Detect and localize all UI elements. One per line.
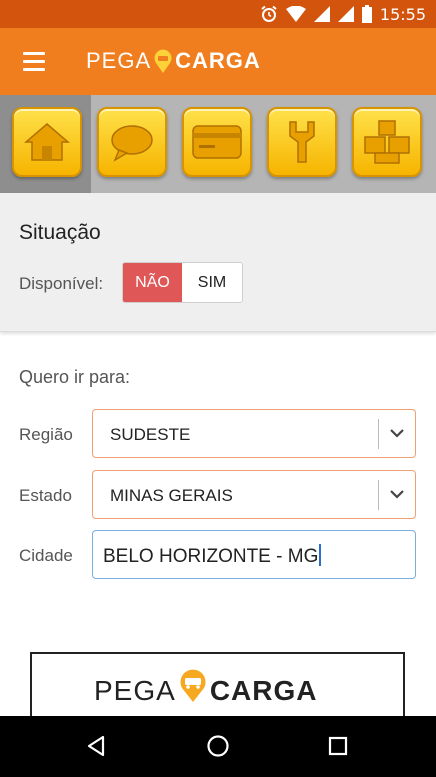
availability-toggle: NÃO SIM xyxy=(122,262,243,303)
toggle-sim-button[interactable]: SIM xyxy=(182,263,242,302)
boxes-button[interactable] xyxy=(352,107,422,177)
footer-logo-banner: PEGA CARGA xyxy=(30,652,405,722)
logo-text-pega: PEGA xyxy=(86,48,152,73)
recents-button[interactable] xyxy=(322,730,354,762)
tools-icon xyxy=(289,121,315,163)
estado-label: Estado xyxy=(19,486,72,505)
boxes-icon xyxy=(364,120,410,164)
status-bar: 15:55 xyxy=(0,0,436,28)
back-button[interactable] xyxy=(80,730,112,762)
logo-text-carga: CARGA xyxy=(175,48,261,73)
card-button[interactable] xyxy=(182,107,252,177)
logo-pin-icon xyxy=(180,669,206,702)
regiao-select[interactable]: SUDESTE xyxy=(92,409,416,458)
regiao-label: Região xyxy=(19,425,73,444)
system-nav-bar xyxy=(0,716,436,777)
situacao-panel: Situação Disponível: NÃO SIM xyxy=(0,193,436,332)
tools-button[interactable] xyxy=(267,107,337,177)
chat-button[interactable] xyxy=(97,107,167,177)
home-circle-icon xyxy=(207,735,229,757)
app-logo: PEGA CARGA xyxy=(86,48,261,74)
situacao-title: Situação xyxy=(19,221,101,244)
app-bar: PEGA CARGA xyxy=(0,28,436,95)
disponivel-label: Disponível: xyxy=(19,274,104,293)
status-icons: 15:55 xyxy=(260,4,426,24)
footer-logo: PEGA CARGA xyxy=(94,669,318,708)
battery-icon xyxy=(361,5,372,23)
status-time: 15:55 xyxy=(379,4,426,24)
estado-value: MINAS GERAIS xyxy=(110,486,233,505)
select-divider xyxy=(378,419,379,449)
card-icon xyxy=(192,125,242,159)
home-nav-button[interactable] xyxy=(202,730,234,762)
hamburger-menu-icon[interactable] xyxy=(12,41,56,81)
chevron-down-icon xyxy=(390,490,404,499)
estado-select[interactable]: MINAS GERAIS xyxy=(92,470,416,519)
text-caret xyxy=(319,544,322,566)
alarm-icon xyxy=(261,5,277,22)
home-icon xyxy=(24,123,70,161)
cidade-value: BELO HORIZONTE - MG xyxy=(103,544,322,568)
logo-pin-icon xyxy=(154,49,172,73)
footer-logo-pega: PEGA xyxy=(94,675,176,706)
wifi-icon xyxy=(285,6,306,22)
select-divider xyxy=(378,480,379,510)
icon-toolbar xyxy=(0,95,436,193)
cidade-input[interactable]: BELO HORIZONTE - MG xyxy=(92,530,416,579)
regiao-value: SUDESTE xyxy=(110,425,191,444)
back-icon xyxy=(87,735,105,757)
footer-logo-carga: CARGA xyxy=(209,675,318,706)
recents-icon xyxy=(328,736,348,756)
signal-icon xyxy=(313,6,330,22)
destination-heading: Quero ir para: xyxy=(19,367,131,387)
signal-icon xyxy=(337,6,354,22)
chevron-down-icon xyxy=(390,429,404,438)
home-button[interactable] xyxy=(12,107,82,177)
cidade-label: Cidade xyxy=(19,546,73,565)
chat-icon xyxy=(111,125,153,162)
toggle-nao-button[interactable]: NÃO xyxy=(123,263,183,302)
